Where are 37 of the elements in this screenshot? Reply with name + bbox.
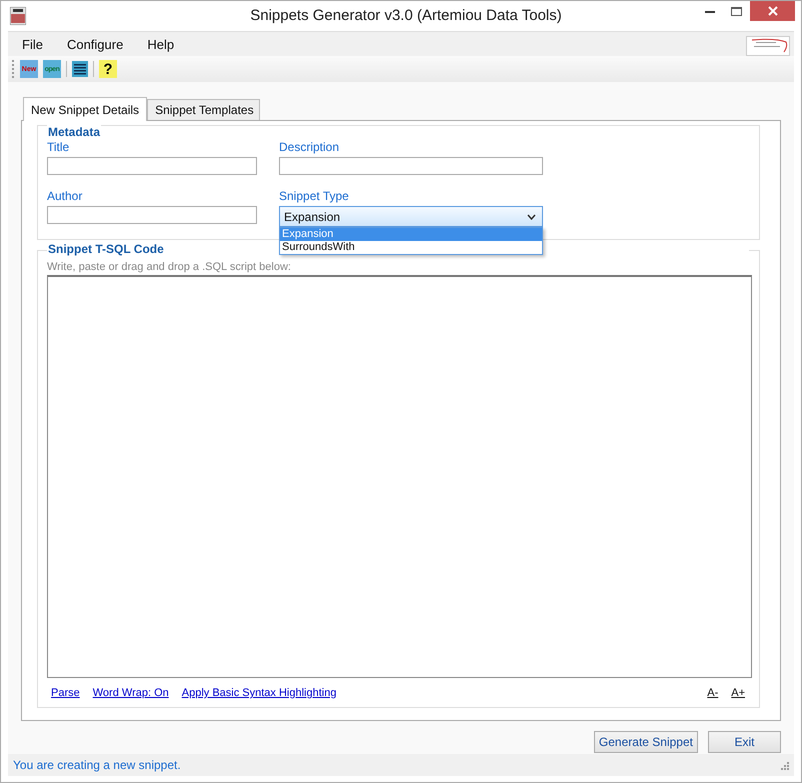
list-button[interactable] (72, 61, 88, 77)
hint-text: Write, paste or drag and drop a .SQL script below: (47, 261, 292, 273)
group-title: Metadata (47, 125, 102, 139)
minimize-icon (704, 10, 714, 12)
list-icon (72, 61, 88, 77)
toolbar-grip-icon (12, 60, 15, 78)
dropdown[interactable]: Expansion (279, 206, 543, 227)
link[interactable]: Parse (51, 687, 80, 699)
status-text: You are creating a new snippet. (13, 758, 181, 772)
link[interactable]: Apply Basic Syntax Highlighting (182, 687, 336, 699)
maximize-icon (731, 6, 742, 16)
input-field[interactable] (47, 206, 257, 224)
font-size-link[interactable]: A+ (731, 687, 745, 699)
app-logo-icon (10, 7, 26, 25)
menu-item[interactable]: Configure (58, 36, 132, 52)
action-button[interactable]: Exit (708, 731, 781, 753)
input-field[interactable] (279, 157, 543, 175)
menu-item[interactable]: File (14, 36, 51, 52)
action-button[interactable]: Generate Snippet (594, 731, 698, 753)
dropdown-option[interactable]: SurroundsWith (280, 241, 542, 254)
input-field[interactable] (47, 157, 257, 175)
help-button[interactable]: ? (99, 60, 117, 78)
close-button[interactable] (750, 1, 795, 21)
tab[interactable]: New Snippet Details (23, 97, 148, 121)
link[interactable]: Word Wrap: On (92, 687, 169, 699)
chevron-down-icon (527, 214, 536, 220)
tab[interactable]: Snippet Templates (147, 99, 260, 120)
resize-grip-icon (779, 760, 789, 770)
field-label: Author (47, 189, 84, 203)
menu-item[interactable]: Help (139, 36, 182, 52)
field-label: Title (47, 140, 70, 154)
field-label: Description (279, 140, 340, 154)
font-size-link[interactable]: A- (707, 687, 718, 699)
brand-logo-icon (746, 36, 790, 56)
window-title: Snippets Generator v3.0 (Artemiou Data Tools) (249, 7, 563, 24)
field-label: Snippet Type (279, 189, 350, 203)
close-icon (768, 6, 778, 16)
